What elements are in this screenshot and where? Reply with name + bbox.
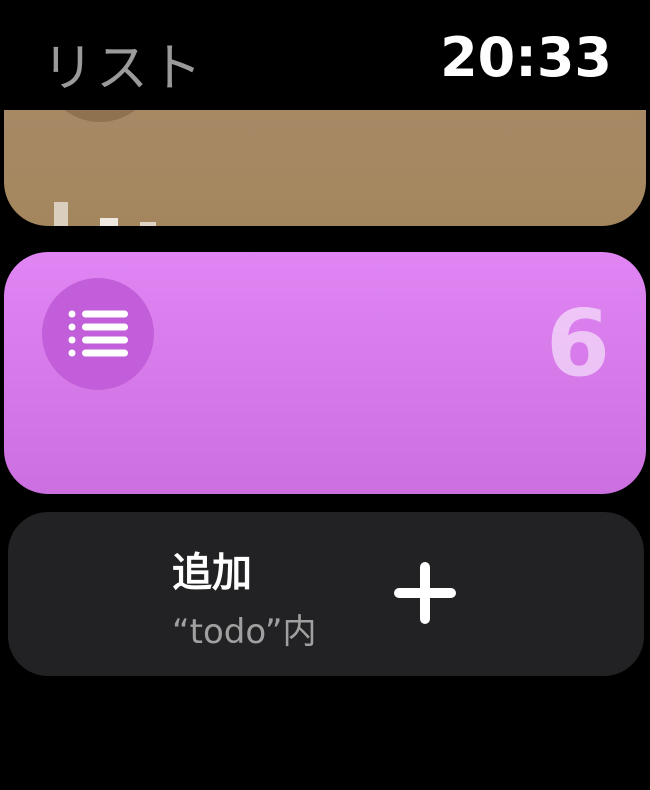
- list-card-todo[interactable]: 6: [4, 252, 646, 494]
- clock-time: 20:33: [440, 26, 612, 89]
- plus-icon: [394, 562, 456, 624]
- list-bullet-icon: [68, 310, 128, 357]
- add-todo-button[interactable]: 追加 “todo”内: [8, 512, 644, 676]
- add-subtitle: “todo”内: [172, 612, 317, 652]
- page-title: リスト: [42, 39, 205, 99]
- add-title: 追加: [172, 550, 252, 596]
- list-item-count: 6: [545, 290, 610, 397]
- status-header: リスト 20:33: [0, 0, 650, 110]
- list-name-redacted: [54, 202, 180, 226]
- list-icon-circle: [42, 278, 154, 390]
